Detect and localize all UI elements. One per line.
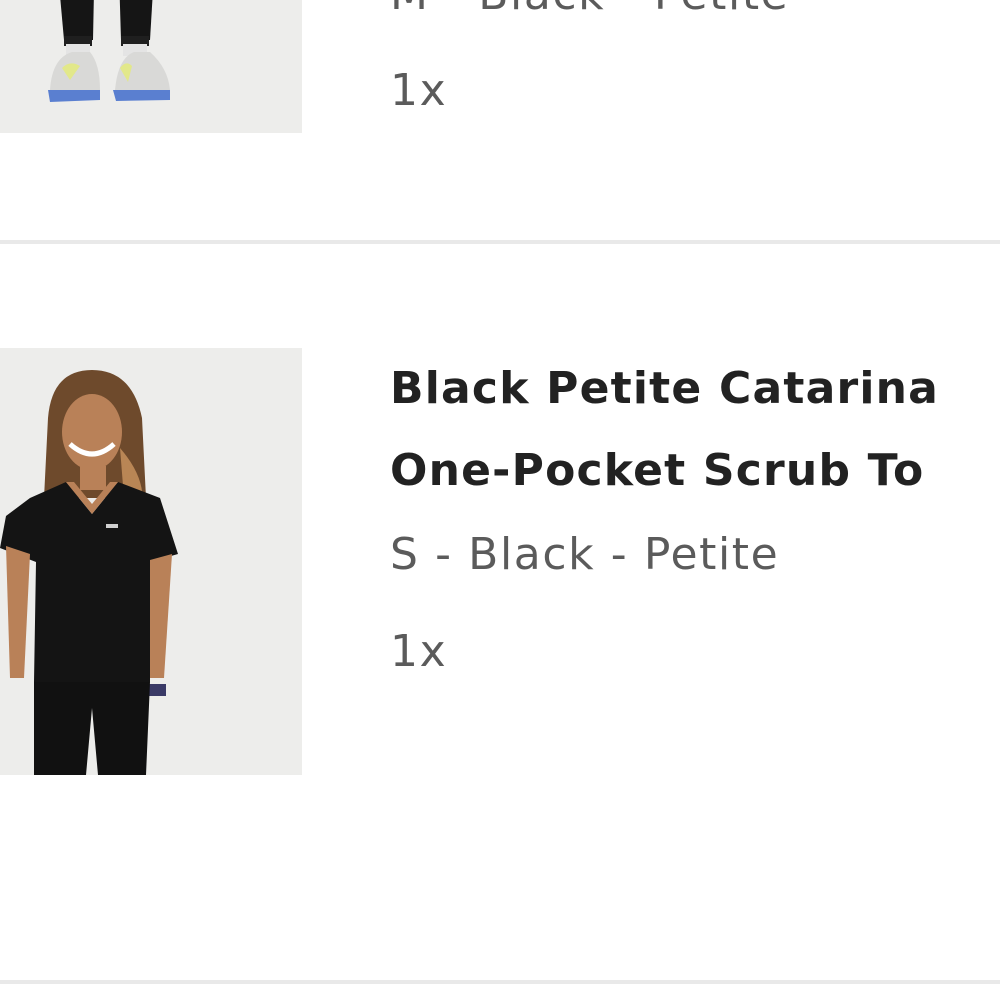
- product-image[interactable]: [0, 0, 302, 133]
- item-variant: S - Black - Petite: [390, 529, 780, 580]
- item-quantity: 1x: [390, 626, 448, 677]
- woman-in-scrubs-illustration: [0, 348, 302, 775]
- item-title-line[interactable]: One-Pocket Scrub To: [390, 430, 924, 512]
- item-variant: M - Black - Petite: [390, 0, 789, 26]
- product-image[interactable]: [0, 348, 302, 775]
- cart-item: Black Petite Catarina One-Pocket Scrub T…: [0, 244, 1000, 980]
- pants-and-sneakers-illustration: [0, 0, 302, 133]
- cart-page: M - Black - Petite 1x: [0, 0, 1000, 1000]
- item-title-line[interactable]: Black Petite Catarina: [390, 348, 939, 430]
- item-divider: [0, 980, 1000, 984]
- item-quantity: 1x: [390, 65, 448, 116]
- cart-item: M - Black - Petite 1x: [0, 0, 1000, 240]
